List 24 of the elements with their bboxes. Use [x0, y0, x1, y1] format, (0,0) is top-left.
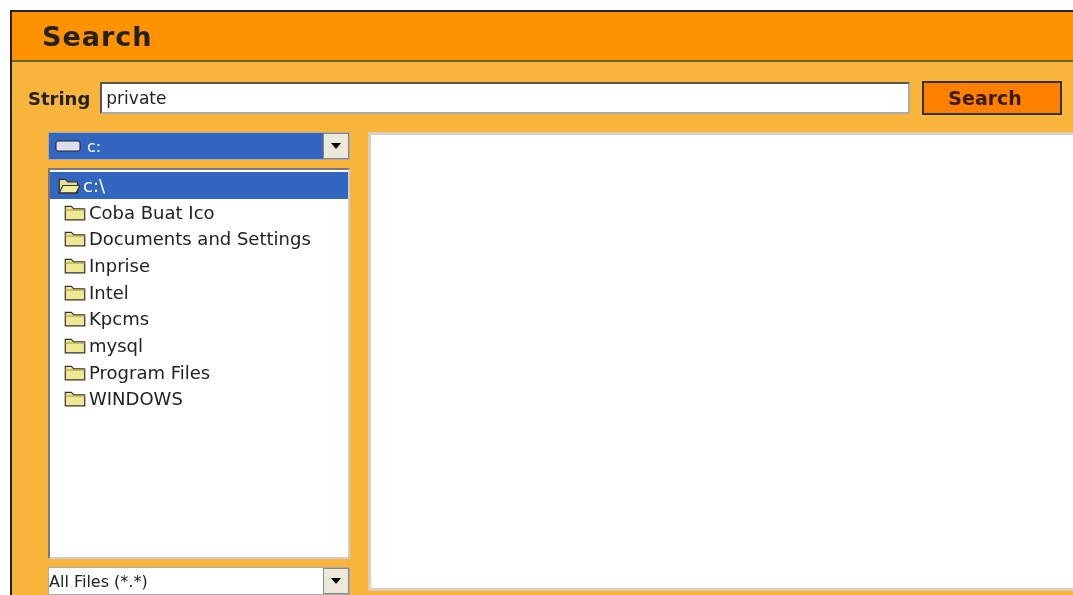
folder-icon — [64, 203, 86, 221]
drive-dropdown[interactable]: c: — [48, 132, 350, 160]
search-button[interactable]: Search — [922, 81, 1063, 115]
folder-tree-item[interactable]: Intel — [50, 278, 348, 306]
folder-icon — [64, 336, 86, 354]
folder-tree-item[interactable]: mysql — [50, 332, 348, 359]
folder-icon — [64, 256, 86, 274]
folder-icon — [64, 390, 86, 408]
folder-icon — [64, 363, 86, 381]
window-title: Search — [12, 12, 1073, 62]
folder-icon — [64, 230, 86, 248]
drive-icon — [55, 140, 81, 152]
folder-tree-item[interactable]: c:\ — [50, 172, 348, 199]
string-input-field[interactable]: private — [100, 82, 911, 114]
file-type-dropdown[interactable]: All Files (*.*) — [48, 567, 350, 595]
folder-tree-item[interactable]: Inprise — [50, 252, 348, 279]
string-label: String — [28, 87, 91, 109]
folder-tree-item[interactable]: WINDOWS — [50, 385, 348, 413]
folder-tree-item[interactable]: Documents and Settings — [50, 225, 348, 253]
folder-tree-item[interactable]: Program Files — [50, 358, 348, 386]
folder-icon — [64, 310, 86, 328]
folder-tree-item[interactable]: Coba Buat Ico — [50, 198, 348, 226]
folder-tree-item[interactable]: Kpcms — [50, 305, 348, 333]
folder-icon — [64, 283, 86, 301]
